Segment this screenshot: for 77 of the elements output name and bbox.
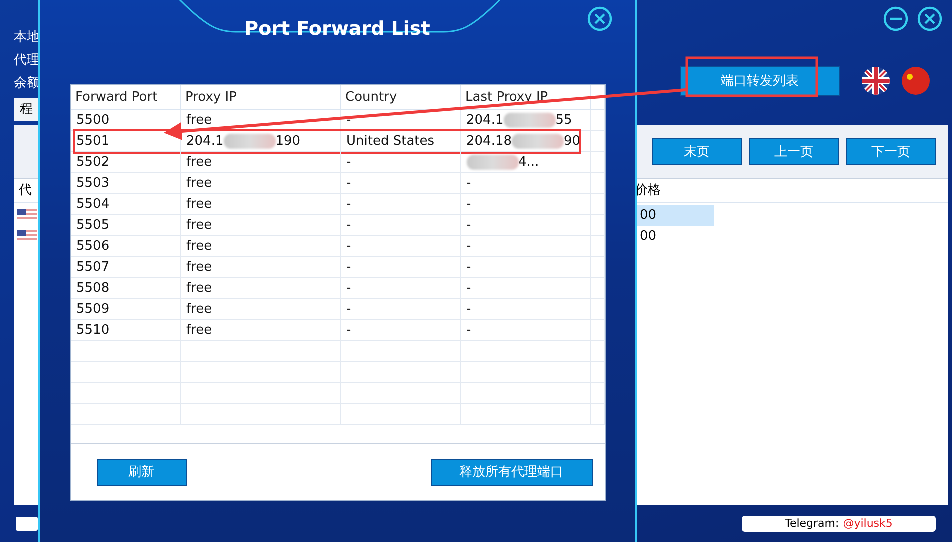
- table-cell: -: [340, 278, 460, 299]
- port-forward-button[interactable]: 端口转发列表: [680, 66, 840, 96]
- empty-cell: [590, 383, 604, 404]
- close-icon[interactable]: [917, 6, 943, 32]
- pager-button[interactable]: 下一页: [846, 138, 936, 165]
- telegram-label: Telegram: @yilusk5: [742, 516, 936, 532]
- column-header: Country: [340, 85, 460, 110]
- table-cell: -: [340, 215, 460, 236]
- table-cell: 5510: [70, 320, 180, 341]
- table-cell: -: [460, 215, 590, 236]
- table-cell: free: [180, 278, 340, 299]
- table-cell: free: [180, 110, 340, 131]
- table-cell: 5500: [70, 110, 180, 131]
- table-cell: 5504: [70, 194, 180, 215]
- minimize-icon[interactable]: [883, 6, 909, 32]
- table-cell: -: [340, 320, 460, 341]
- table-cell: 5503: [70, 173, 180, 194]
- pager-button[interactable]: 末页: [652, 138, 742, 165]
- table-cell: -: [460, 257, 590, 278]
- table-cell: -: [340, 173, 460, 194]
- empty-cell: [590, 404, 604, 425]
- table-cell: 5505: [70, 215, 180, 236]
- table-cell: free: [180, 194, 340, 215]
- release-ports-button[interactable]: 释放所有代理端口: [430, 458, 592, 486]
- table-cell: free: [180, 299, 340, 320]
- table-cell: -: [460, 173, 590, 194]
- close-icon[interactable]: [587, 6, 613, 32]
- table-cell: free: [180, 152, 340, 173]
- tab[interactable]: 程: [14, 98, 40, 121]
- table-cell: -: [460, 278, 590, 299]
- empty-cell: [590, 278, 604, 299]
- table-cell: -: [340, 257, 460, 278]
- column-header: Forward Port: [70, 85, 180, 110]
- table-cell: free: [180, 257, 340, 278]
- table-cell: 204.1 55: [460, 110, 590, 131]
- empty-cell: [590, 236, 604, 257]
- table-cell: -: [460, 194, 590, 215]
- pager-button[interactable]: 上一页: [749, 138, 839, 165]
- status-field: [16, 516, 38, 530]
- empty-cell: [590, 152, 604, 173]
- empty-cell: [590, 320, 604, 341]
- table-cell: 5509: [70, 299, 180, 320]
- uk-flag-icon[interactable]: [862, 67, 890, 95]
- table-cell: free: [180, 173, 340, 194]
- table-cell-text: 00: [639, 228, 658, 246]
- table-cell: -: [340, 110, 460, 131]
- table-cell: -: [340, 152, 460, 173]
- table-cell: 4...: [460, 152, 590, 173]
- empty-cell: [590, 194, 604, 215]
- table-cell: free: [180, 236, 340, 257]
- table-cell: free: [180, 215, 340, 236]
- column-header: 代: [18, 182, 32, 200]
- empty-cell: [590, 131, 604, 152]
- table-cell: -: [460, 236, 590, 257]
- table-cell: -: [340, 236, 460, 257]
- table-cell: 5508: [70, 278, 180, 299]
- refresh-button[interactable]: 刷新: [96, 458, 186, 486]
- empty-cell: [590, 362, 604, 383]
- table-cell: -: [340, 299, 460, 320]
- table-cell: -: [460, 320, 590, 341]
- table-cell: 5502: [70, 152, 180, 173]
- empty-cell: [590, 173, 604, 194]
- empty-cell: [590, 257, 604, 278]
- empty-cell: [590, 341, 604, 362]
- column-header: Proxy IP: [180, 85, 340, 110]
- empty-cell: [590, 215, 604, 236]
- table-cell: 5506: [70, 236, 180, 257]
- flag-icon: [17, 230, 37, 242]
- dialog-title: Port Forward List: [244, 17, 430, 41]
- table-cell: free: [180, 320, 340, 341]
- empty-cell: [590, 299, 604, 320]
- china-flag-icon[interactable]: [902, 67, 930, 95]
- table-cell: -: [460, 299, 590, 320]
- table-cell: -: [340, 194, 460, 215]
- table-cell: 5507: [70, 257, 180, 278]
- flag-icon: [17, 209, 37, 221]
- table-cell: 00: [634, 205, 714, 226]
